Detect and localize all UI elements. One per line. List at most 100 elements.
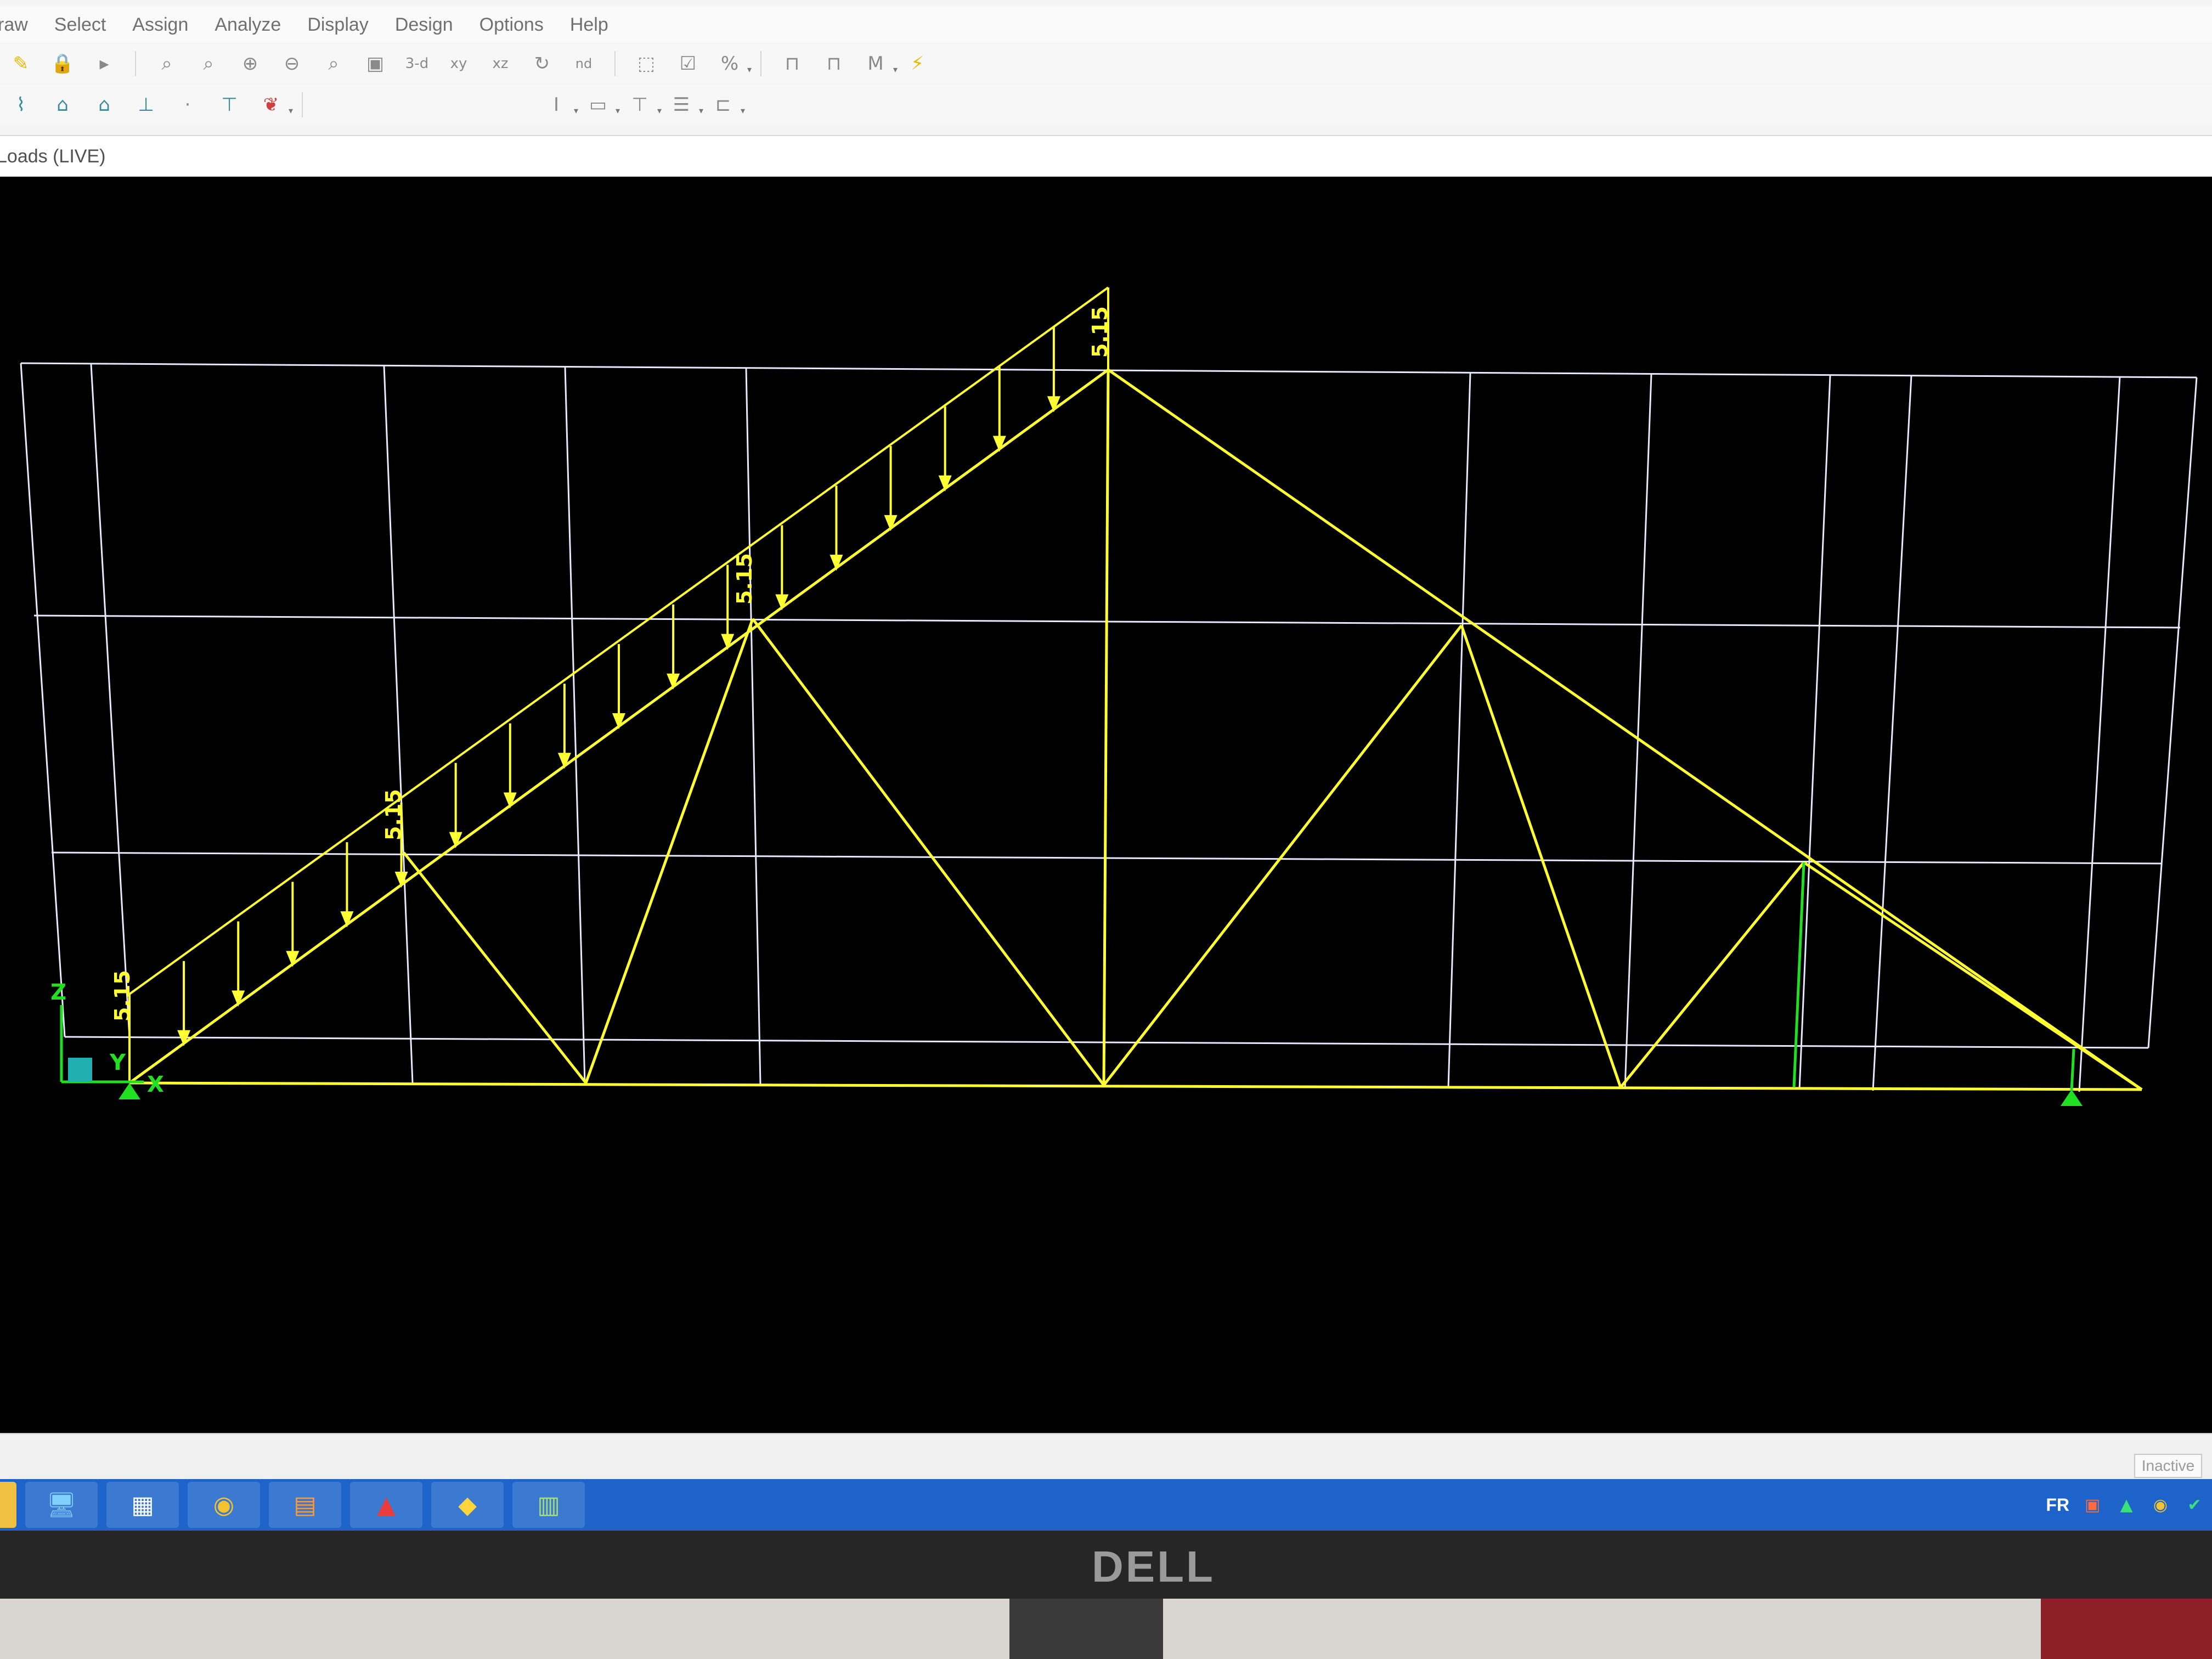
grid-line bbox=[383, 365, 414, 1084]
grid-line bbox=[64, 1036, 2149, 1049]
assign-spring-icon[interactable]: ❦ ▾ bbox=[258, 92, 293, 118]
run-analysis-icon[interactable]: ⚡ bbox=[904, 50, 930, 77]
statusbar: Inactive bbox=[0, 1433, 2212, 1480]
load-value-label: 5.15 bbox=[110, 970, 134, 1022]
pan-icon[interactable]: ▣ bbox=[362, 50, 388, 77]
web-vertical-selected bbox=[1792, 862, 1805, 1088]
frame2-icon[interactable]: ⊓ bbox=[821, 50, 847, 77]
draw-link-icon[interactable]: ⊥ bbox=[133, 92, 159, 118]
zoom-out-icon[interactable]: ⊖ bbox=[279, 50, 305, 77]
axis-label-x: X bbox=[147, 1072, 164, 1097]
chevron-down-icon: ▾ bbox=[573, 105, 578, 116]
menu-analyze[interactable]: Analyze bbox=[201, 14, 294, 36]
checkbox-icon[interactable]: ☑ bbox=[675, 50, 701, 77]
web-diagonal bbox=[1460, 625, 1622, 1088]
play-icon[interactable]: ▸ bbox=[91, 50, 117, 77]
view-options-icon[interactable]: nd bbox=[571, 50, 597, 77]
rotate-icon[interactable]: ↻ bbox=[529, 50, 555, 77]
menu-assign[interactable]: Assign bbox=[119, 14, 201, 36]
lock-icon[interactable]: 🔒 bbox=[49, 50, 76, 77]
civil-app-icon[interactable]: ◆ bbox=[431, 1482, 504, 1528]
app-window: raw Select Assign Analyze Display Design… bbox=[0, 0, 2212, 1480]
monitor-stand bbox=[1009, 1599, 1163, 1659]
grid-line bbox=[90, 364, 131, 1039]
moment-icon[interactable]: M ▾ bbox=[862, 50, 898, 77]
chrome-icon[interactable]: ◉ bbox=[188, 1482, 260, 1528]
monitor-brand-logo: DELL bbox=[1092, 1542, 1215, 1591]
draw-joint-icon[interactable]: · bbox=[174, 92, 201, 118]
top-chord-right bbox=[1107, 368, 2143, 1091]
toolbar-separator bbox=[135, 51, 136, 76]
axis-origin bbox=[68, 1058, 92, 1082]
select-icon[interactable]: ⬚ bbox=[633, 50, 659, 77]
autocad-icon[interactable]: ▲ bbox=[350, 1482, 422, 1528]
web-diagonal bbox=[1103, 624, 1463, 1086]
zoom-window-icon[interactable]: ⌕ bbox=[154, 50, 180, 77]
axis-label-z: Z bbox=[50, 980, 66, 1005]
load-value-label: 5.15 bbox=[381, 789, 405, 840]
chevron-down-icon: ▾ bbox=[288, 105, 293, 116]
zoom-extents-icon[interactable]: ⌕ bbox=[320, 50, 347, 77]
menu-display[interactable]: Display bbox=[294, 14, 381, 36]
menu-draw[interactable]: raw bbox=[0, 14, 41, 36]
web-vertical-selected bbox=[2070, 1048, 2075, 1091]
text-cursor-icon[interactable]: I ▾ bbox=[543, 92, 578, 118]
view-window-title: Loads (LIVE) bbox=[0, 145, 106, 167]
grid-line bbox=[2147, 377, 2198, 1048]
zoom-restore-icon[interactable]: ⌕ bbox=[195, 50, 222, 77]
web-diagonal bbox=[752, 618, 1105, 1086]
draw-frame-icon[interactable]: ⌇ bbox=[8, 92, 34, 118]
desk-object bbox=[2041, 1599, 2212, 1659]
menu-select[interactable]: Select bbox=[41, 14, 120, 36]
filter-icon[interactable]: ⊤ ▾ bbox=[627, 92, 662, 118]
menu-design[interactable]: Design bbox=[382, 14, 466, 36]
model-viewport[interactable]: 5.15 5.15 5.15 5.15 Z Y X bbox=[0, 177, 2212, 1433]
load-value-label: 5.15 bbox=[732, 553, 757, 605]
frame-icon[interactable]: ⊓ bbox=[779, 50, 805, 77]
apps-grid-icon[interactable]: ▦ bbox=[106, 1482, 179, 1528]
view-3d-icon[interactable]: 3-d bbox=[404, 50, 430, 77]
analysis-app-icon[interactable]: ▥ bbox=[512, 1482, 585, 1528]
tray-app-icon[interactable]: ▣ bbox=[2081, 1494, 2103, 1516]
view-xz-icon[interactable]: xz bbox=[487, 50, 514, 77]
pencil-icon[interactable]: ✎ bbox=[8, 50, 34, 77]
sap2000-icon[interactable]: ▤ bbox=[269, 1482, 341, 1528]
tray-security-icon[interactable]: ✔ bbox=[2183, 1494, 2205, 1516]
rectangle-icon[interactable]: ▭ ▾ bbox=[585, 92, 620, 118]
language-indicator[interactable]: FR bbox=[2046, 1495, 2069, 1515]
tray-chrome-icon[interactable]: ◉ bbox=[2149, 1494, 2171, 1516]
draw-section-icon[interactable]: ⌂ bbox=[49, 92, 76, 118]
grid-line bbox=[745, 367, 761, 1085]
axis-label-y: Y bbox=[109, 1050, 126, 1075]
chevron-down-icon: ▾ bbox=[657, 105, 662, 116]
tray-drive-icon[interactable]: ▲ bbox=[2115, 1494, 2137, 1516]
toolbar-draw: ⌇ ⌂ ⌂ ⊥ · ⊤ ❦ ▾ I ▾ ▭ ▾ ⊤ ▾ ☰ ▾ ⊏ ▾ bbox=[0, 85, 2212, 125]
axis-triad: Z Y X bbox=[50, 980, 164, 1097]
percent-icon[interactable]: % ▾ bbox=[716, 50, 752, 77]
assign-load-icon[interactable]: ⊤ bbox=[216, 92, 242, 118]
grid-line bbox=[1872, 375, 1912, 1091]
chevron-down-icon: ▾ bbox=[698, 105, 703, 116]
toolbar-separator bbox=[614, 51, 616, 76]
chevron-down-icon: ▾ bbox=[893, 64, 898, 75]
view-window-titlebar[interactable]: Loads (LIVE) bbox=[0, 135, 2212, 178]
web-diagonal bbox=[1620, 861, 1805, 1088]
menu-help[interactable]: Help bbox=[557, 14, 622, 36]
toolbar-separator bbox=[760, 51, 761, 76]
menu-options[interactable]: Options bbox=[466, 14, 557, 36]
remote-desktop-icon[interactable]: 🖥 bbox=[25, 1482, 98, 1528]
status-indicator: Inactive bbox=[2134, 1454, 2202, 1478]
file-explorer-icon[interactable] bbox=[0, 1482, 16, 1528]
windows-taskbar: 🖥 ▦ ◉ ▤ ▲ ◆ ▥ FR ▣ ▲ ◉ ✔ bbox=[0, 1479, 2212, 1531]
toolbar-separator bbox=[302, 92, 303, 117]
draw-area-icon[interactable]: ⌂ bbox=[91, 92, 117, 118]
load-value-label: 5.15 bbox=[1088, 306, 1112, 358]
zoom-in-icon[interactable]: ⊕ bbox=[237, 50, 263, 77]
bottom-chord bbox=[129, 1081, 2142, 1091]
grid-line bbox=[20, 363, 66, 1037]
highlighted-members bbox=[1792, 862, 2075, 1091]
list-icon[interactable]: ☰ ▾ bbox=[668, 92, 703, 118]
chevron-down-icon: ▾ bbox=[615, 105, 620, 116]
view-xy-icon[interactable]: xy bbox=[445, 50, 472, 77]
copy-icon[interactable]: ⊏ ▾ bbox=[710, 92, 745, 118]
